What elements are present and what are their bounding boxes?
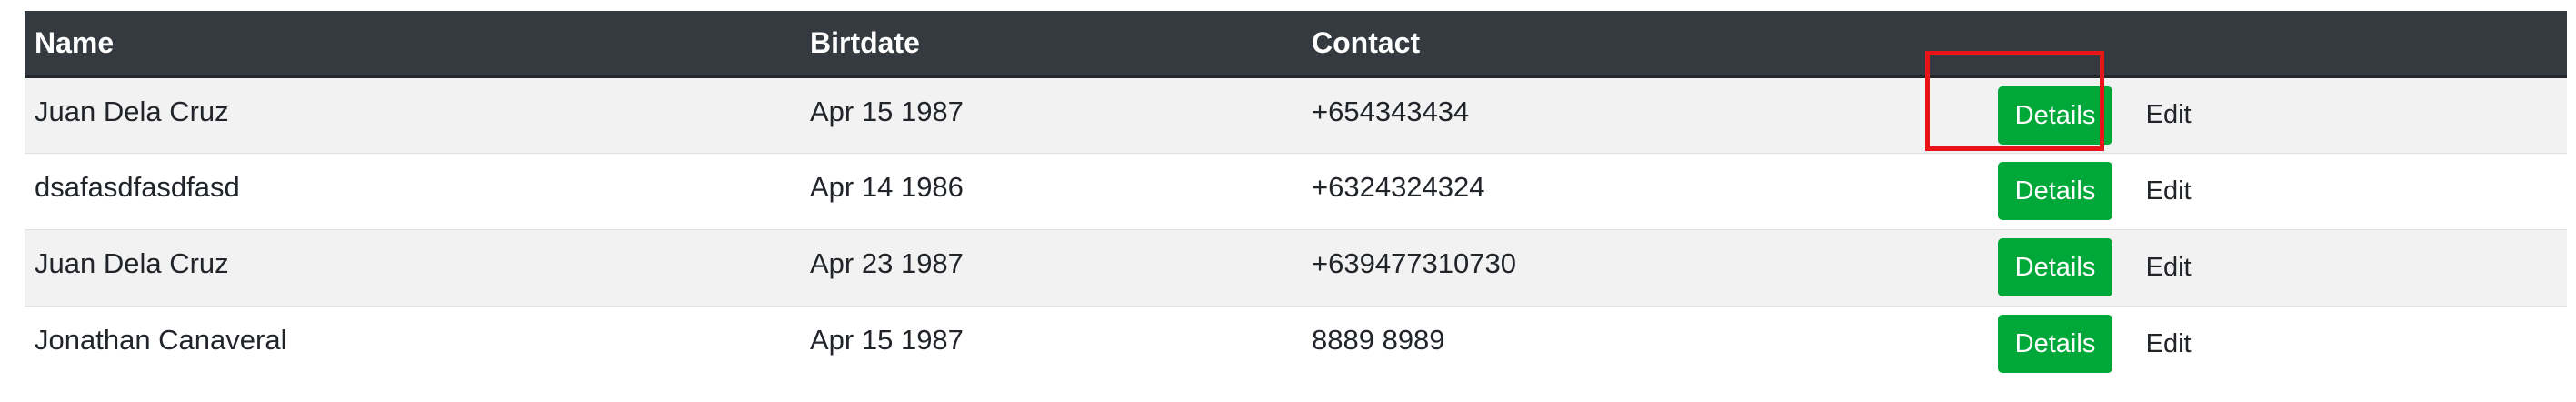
- edit-link[interactable]: Edit: [2146, 329, 2192, 359]
- cell-birthdate: Apr 14 1986: [800, 153, 1302, 229]
- contact-text: 8889 8989: [1312, 324, 1445, 357]
- name-text: Jonathan Canaveral: [35, 324, 287, 357]
- cell-birthdate: Apr 23 1987: [800, 229, 1302, 306]
- cell-name: Juan Dela Cruz: [25, 76, 800, 153]
- table-body: Juan Dela Cruz Apr 15 1987 +654343434 De…: [25, 76, 2567, 382]
- cell-actions: Details Edit: [1965, 229, 2567, 306]
- details-button[interactable]: Details: [1998, 162, 2112, 220]
- details-button[interactable]: Details: [1998, 85, 2112, 145]
- cell-contact: +6324324324: [1302, 153, 1965, 229]
- cell-contact: +639477310730: [1302, 229, 1965, 306]
- table-header: Name Birtdate Contact: [25, 11, 2567, 78]
- contact-text: +654343434: [1312, 95, 1470, 127]
- birthdate-text: Apr 23 1987: [810, 247, 964, 279]
- cell-contact: +654343434: [1302, 76, 1965, 153]
- name-text: Juan Dela Cruz: [35, 247, 229, 279]
- table-row: Juan Dela Cruz Apr 15 1987 +654343434 De…: [25, 76, 2567, 153]
- name-text: Juan Dela Cruz: [35, 95, 229, 127]
- details-button[interactable]: Details: [1998, 315, 2112, 374]
- edit-link[interactable]: Edit: [2146, 176, 2192, 206]
- birthdate-text: Apr 15 1987: [810, 95, 964, 127]
- cell-birthdate: Apr 15 1987: [800, 76, 1302, 153]
- cell-name: dsafasdfasdfasd: [25, 153, 800, 229]
- column-header-contact: Contact: [1302, 11, 1965, 78]
- contacts-table: Name Birtdate Contact Juan Dela Cruz Apr…: [25, 11, 2567, 382]
- cell-birthdate: Apr 15 1987: [800, 306, 1302, 382]
- contact-text: +639477310730: [1312, 247, 1516, 279]
- table-row: Juan Dela Cruz Apr 23 1987 +639477310730…: [25, 229, 2567, 306]
- column-header-actions: [1965, 11, 2567, 78]
- table-row: dsafasdfasdfasd Apr 14 1986 +6324324324 …: [25, 153, 2567, 229]
- cell-actions: Details Edit: [1965, 76, 2567, 153]
- edit-link[interactable]: Edit: [2146, 100, 2192, 130]
- column-header-birthdate: Birtdate: [800, 11, 1302, 78]
- table-header-row: Name Birtdate Contact: [25, 11, 2567, 78]
- details-button[interactable]: Details: [1998, 238, 2112, 296]
- column-header-name: Name: [25, 11, 800, 78]
- cell-name: Jonathan Canaveral: [25, 306, 800, 382]
- cell-contact: 8889 8989: [1302, 306, 1965, 382]
- table-row: Jonathan Canaveral Apr 15 1987 8889 8989…: [25, 306, 2567, 382]
- name-text: dsafasdfasdfasd: [35, 171, 240, 203]
- contact-text: +6324324324: [1312, 171, 1485, 203]
- edit-link[interactable]: Edit: [2146, 253, 2192, 283]
- birthdate-text: Apr 14 1986: [810, 171, 964, 203]
- cell-actions: Details Edit: [1965, 306, 2567, 382]
- cell-name: Juan Dela Cruz: [25, 229, 800, 306]
- cell-actions: Details Edit: [1965, 153, 2567, 229]
- birthdate-text: Apr 15 1987: [810, 324, 964, 357]
- contacts-table-container: Name Birtdate Contact Juan Dela Cruz Apr…: [25, 11, 2567, 382]
